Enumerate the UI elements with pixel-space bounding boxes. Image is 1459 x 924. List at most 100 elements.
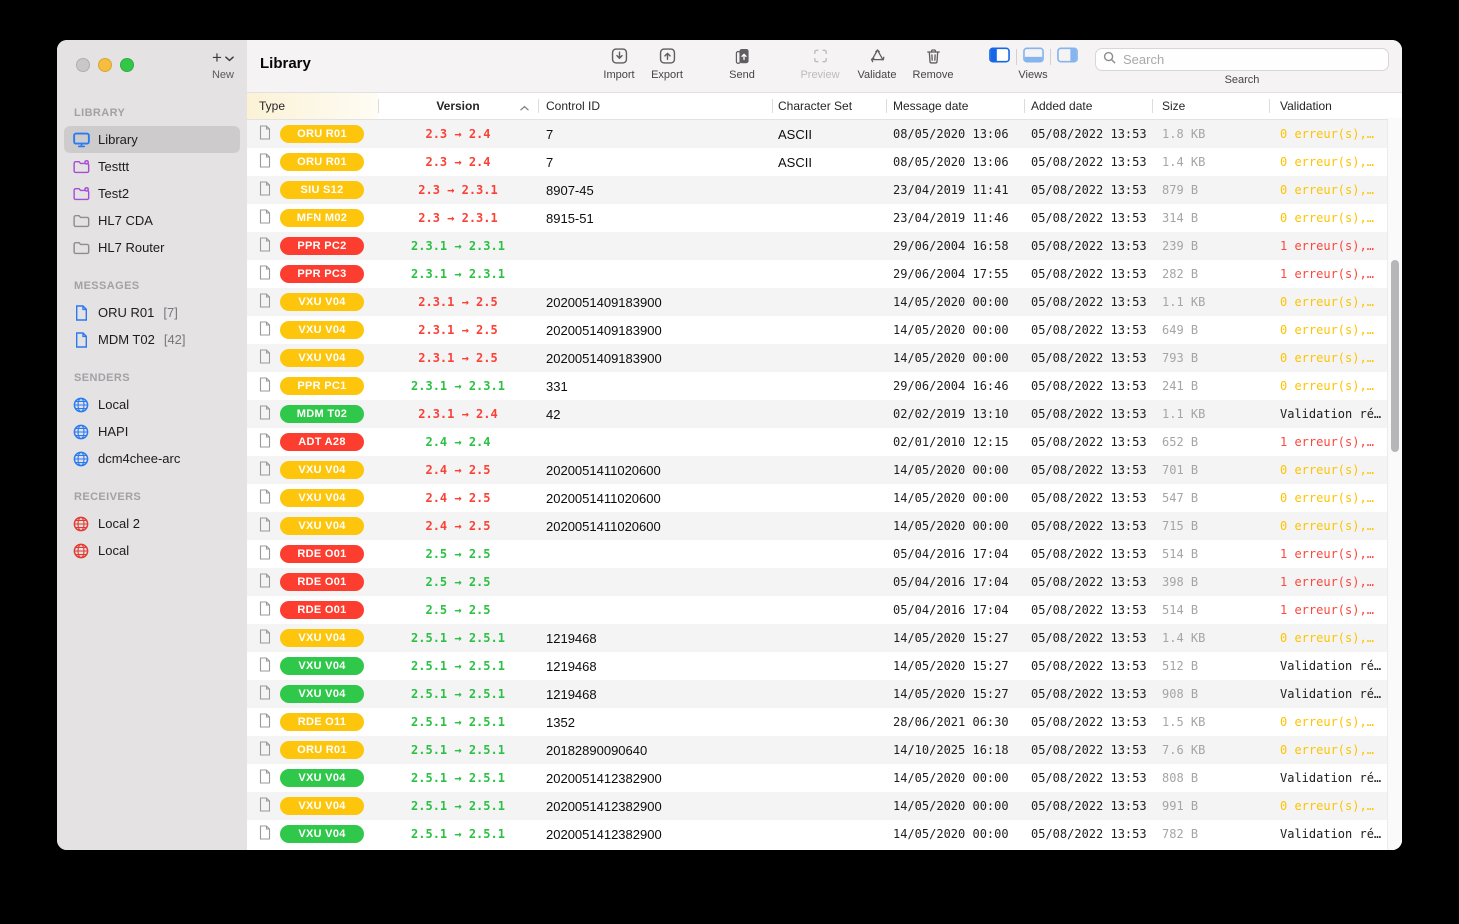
sidebar-item-hapi[interactable]: HAPI (64, 418, 240, 445)
table-row[interactable]: ADT A28 2.4 → 2.4 02/01/2010 12:15 05/08… (247, 428, 1402, 456)
version-cell: 2.4 → 2.5 (378, 519, 538, 533)
sidebar-item-local-2[interactable]: Local 2 (64, 510, 240, 537)
zoom-button[interactable] (120, 58, 134, 72)
column-header-label: Validation (1280, 99, 1332, 113)
added-date-cell: 05/08/2022 13:53 (1024, 155, 1152, 169)
size-cell: 1.8 KB (1152, 127, 1269, 141)
sidebar-item-hl7-router[interactable]: HL7 Router (64, 234, 240, 261)
column-header-character-set[interactable]: Character Set (772, 93, 886, 119)
message-type-badge: SIU S12 (280, 181, 364, 199)
toolbar-button-label: Validate (849, 69, 905, 81)
search-field[interactable] (1095, 48, 1389, 71)
added-date-cell: 05/08/2022 13:53 (1024, 631, 1152, 645)
document-icon (259, 293, 271, 311)
column-header-size[interactable]: Size (1152, 93, 1269, 119)
column-header-validation[interactable]: Validation (1269, 93, 1388, 119)
send-button[interactable]: Send (714, 46, 770, 81)
table-row[interactable]: ORU R01 2.5.1 → 2.5.1 20182890090640 14/… (247, 736, 1402, 764)
table-row[interactable]: SIU S12 2.3 → 2.3.1 8907-45 23/04/2019 1… (247, 176, 1402, 204)
validation-cell: 0 erreur(s),… (1269, 183, 1388, 197)
table-row[interactable]: VXU V04 2.4 → 2.5 2020051411020600 14/05… (247, 456, 1402, 484)
globe-blue-icon (72, 397, 90, 413)
message-date-cell: 05/04/2016 17:04 (886, 575, 1024, 589)
document-icon (259, 209, 271, 227)
sidebar-item-oru-r01[interactable]: ORU R01[7] (64, 299, 240, 326)
sidebar-item-label: Local (98, 397, 129, 412)
sidebar-item-dcm4chee-arc[interactable]: dcm4chee-arc (64, 445, 240, 472)
column-header-added-date[interactable]: Added date (1024, 93, 1152, 119)
sidebar-item-label: ORU R01 (98, 305, 154, 320)
table-row[interactable]: RDE O11 2.5.1 → 2.5.1 1352 28/06/2021 06… (247, 708, 1402, 736)
table-row[interactable]: VXU V04 2.5.1 → 2.5.1 1219468 14/05/2020… (247, 680, 1402, 708)
validation-cell: 1 erreur(s),… (1269, 603, 1388, 617)
export-button[interactable]: Export (639, 46, 695, 81)
column-header-message-date[interactable]: Message date (886, 93, 1024, 119)
control-id-cell: 7 (538, 127, 772, 142)
segment-divider (1050, 49, 1051, 65)
column-header-version[interactable]: Version (378, 93, 538, 119)
size-cell: 1.1 KB (1152, 407, 1269, 421)
sidebar-item-hl7-cda[interactable]: HL7 CDA (64, 207, 240, 234)
sidebar-section-title: SENDERS (57, 372, 247, 391)
validate-button[interactable]: Validate (849, 46, 905, 81)
sidebar-item-mdm-t02[interactable]: MDM T02[42] (64, 326, 240, 353)
table-row[interactable]: RDE O01 2.5 → 2.5 05/04/2016 17:04 05/08… (247, 568, 1402, 596)
preview-button[interactable]: Preview (792, 46, 848, 81)
table-row[interactable]: VXU V04 2.5.1 → 2.5.1 1219468 14/05/2020… (247, 652, 1402, 680)
remove-button[interactable]: Remove (905, 46, 961, 81)
table-row[interactable]: VXU V04 2.3.1 → 2.5 2020051409183900 14/… (247, 288, 1402, 316)
table-row[interactable]: VXU V04 2.3.1 → 2.5 2020051409183900 14/… (247, 344, 1402, 372)
table-row[interactable]: RDE O01 2.5 → 2.5 05/04/2016 17:04 05/08… (247, 596, 1402, 624)
toolbar-button-label: Export (639, 69, 695, 81)
table-row[interactable]: VXU V04 2.4 → 2.5 2020051411020600 14/05… (247, 512, 1402, 540)
sidebar-item-local[interactable]: Local (64, 391, 240, 418)
validation-cell: 1 erreur(s),… (1269, 575, 1388, 589)
sidebar-item-test2[interactable]: Test2 (64, 180, 240, 207)
validation-cell: 0 erreur(s),… (1269, 715, 1388, 729)
scrollbar-thumb[interactable] (1391, 260, 1399, 452)
table-row[interactable]: VXU V04 2.4 → 2.5 2020051411020600 14/05… (247, 484, 1402, 512)
added-date-cell: 05/08/2022 13:53 (1024, 715, 1152, 729)
message-type-badge: RDE O01 (280, 601, 364, 619)
right-panel-icon[interactable] (1057, 47, 1078, 68)
table-row[interactable]: RDE O01 2.5 → 2.5 05/04/2016 17:04 05/08… (247, 540, 1402, 568)
table-row[interactable]: PPR PC3 2.3.1 → 2.3.1 29/06/2004 17:55 0… (247, 260, 1402, 288)
folder-icon (72, 213, 90, 228)
column-header-control-id[interactable]: Control ID (538, 93, 772, 119)
size-cell: 908 B (1152, 687, 1269, 701)
table-row[interactable]: MFN M02 2.3 → 2.3.1 8915-51 23/04/2019 1… (247, 204, 1402, 232)
globe-blue-icon (72, 451, 90, 467)
table-row[interactable]: VXU V04 2.5.1 → 2.5.1 1219468 14/05/2020… (247, 624, 1402, 652)
minimize-button[interactable] (98, 58, 112, 72)
sidebar-item-local[interactable]: Local (64, 537, 240, 564)
preview-icon (792, 46, 848, 68)
validation-cell: Validation ré… (1269, 659, 1388, 673)
table-row[interactable]: PPR PC2 2.3.1 → 2.3.1 29/06/2004 16:58 0… (247, 232, 1402, 260)
column-header-type[interactable]: Type (247, 93, 378, 119)
table-row[interactable]: VXU V04 2.5.1 → 2.5.1 2020051412382900 1… (247, 820, 1402, 848)
validation-cell: 0 erreur(s),… (1269, 351, 1388, 365)
version-cell: 2.5.1 → 2.5.1 (378, 799, 538, 813)
main-area: Library ImportExportSendPreviewValidateR… (247, 40, 1402, 850)
sidebar-item-testtt[interactable]: Testtt (64, 153, 240, 180)
close-button[interactable] (76, 58, 90, 72)
sidebar-item-library[interactable]: Library (64, 126, 240, 153)
bottom-panel-icon[interactable] (1023, 47, 1044, 68)
table-row[interactable]: VXU V04 2.5.1 → 2.5.1 2020051412382900 1… (247, 792, 1402, 820)
table-row[interactable]: MDM T02 2.3.1 → 2.4 42 02/02/2019 13:10 … (247, 400, 1402, 428)
document-icon (259, 629, 271, 647)
new-button[interactable]: + New (212, 49, 234, 81)
table-row[interactable]: VXU V04 2.5.1 → 2.5.1 2020051412382900 1… (247, 764, 1402, 792)
table-row[interactable]: PPR PC1 2.3.1 → 2.3.1 331 29/06/2004 16:… (247, 372, 1402, 400)
validation-cell: 0 erreur(s),… (1269, 491, 1388, 505)
table-row[interactable]: ORU R01 2.3 → 2.4 7 ASCII 08/05/2020 13:… (247, 148, 1402, 176)
column-divider (886, 99, 887, 113)
table-row[interactable]: VXU V04 2.3.1 → 2.5 2020051409183900 14/… (247, 316, 1402, 344)
version-cell: 2.5 → 2.5 (378, 547, 538, 561)
message-date-cell: 14/05/2020 00:00 (886, 771, 1024, 785)
table-row[interactable]: ORU R01 2.3 → 2.4 7 ASCII 08/05/2020 13:… (247, 120, 1402, 148)
search-input[interactable] (1121, 51, 1381, 68)
added-date-cell: 05/08/2022 13:53 (1024, 743, 1152, 757)
sidebar-panel-icon[interactable] (989, 47, 1010, 68)
smart-folder-icon (72, 159, 90, 174)
